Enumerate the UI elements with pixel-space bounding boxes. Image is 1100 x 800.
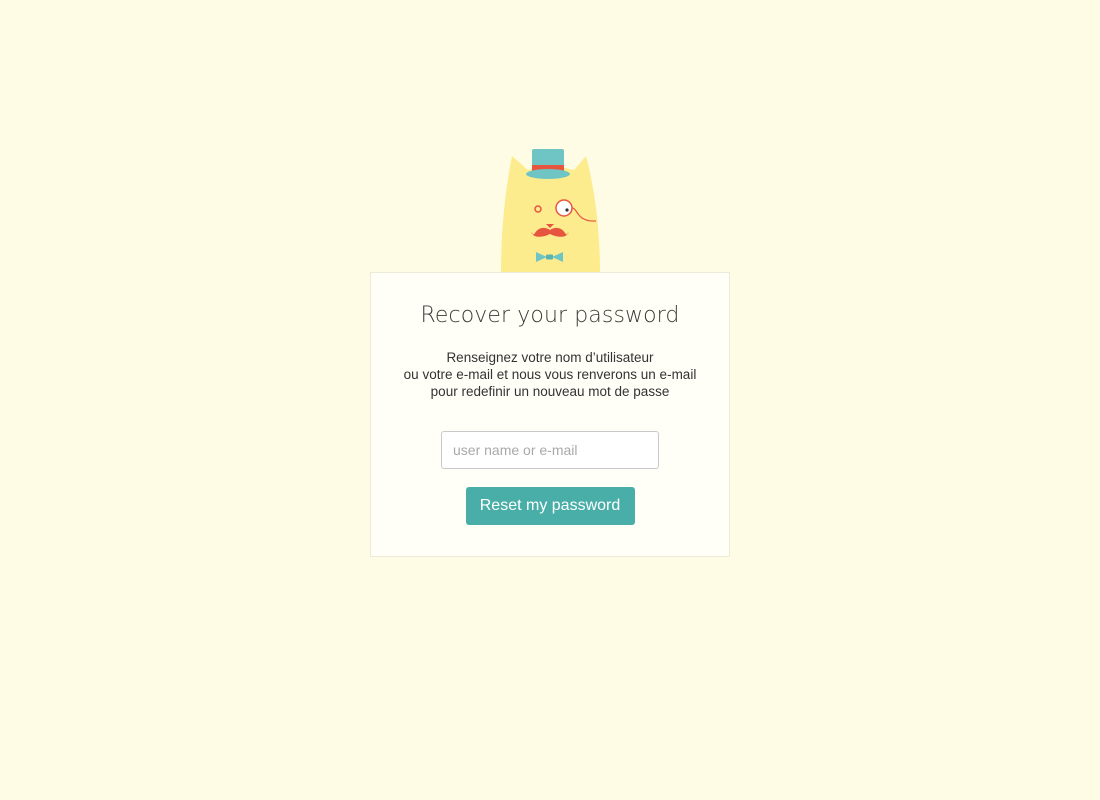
page-title: Recover your password xyxy=(420,303,680,328)
recover-password-card: Recover your password Renseignez votre n… xyxy=(370,272,730,557)
instructions-line: Renseignez votre nom d’utilisateur xyxy=(446,350,654,365)
instructions-line: ou votre e-mail et nous vous renverons u… xyxy=(403,367,697,382)
instructions-line: pour redefinir un nouveau mot de passe xyxy=(430,384,670,399)
page-background: Recover your password Renseignez votre n… xyxy=(0,0,1100,800)
cat-mascot-icon xyxy=(501,149,600,272)
reset-password-button[interactable]: Reset my password xyxy=(465,487,635,525)
instructions-text: Renseignez votre nom d’utilisateur ou vo… xyxy=(371,349,729,400)
username-email-input[interactable] xyxy=(441,431,659,469)
